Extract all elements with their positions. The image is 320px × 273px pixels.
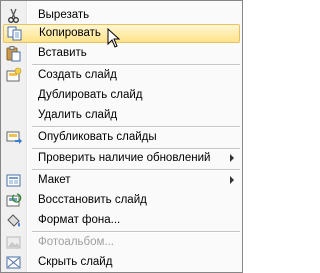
menu-item-photo-album: Фотоальбом... bbox=[1, 233, 242, 252]
format-background-icon bbox=[7, 214, 20, 227]
publish-slides-icon bbox=[6, 131, 22, 144]
copy-icon bbox=[7, 26, 22, 41]
menu-item-cut[interactable]: Вырезать bbox=[1, 6, 242, 25]
menu-item-label: Вставить bbox=[38, 47, 87, 59]
menu-separator bbox=[32, 169, 240, 171]
menu-item-duplicate-slide[interactable]: Дублировать слайд bbox=[1, 86, 242, 105]
menu-item-label: Скрыть слайд bbox=[38, 256, 113, 268]
submenu-arrow-icon bbox=[230, 176, 234, 184]
menu-item-label: Удалить слайд bbox=[38, 109, 118, 121]
menu-item-label: Копировать bbox=[39, 27, 101, 39]
submenu-arrow-icon bbox=[230, 154, 234, 162]
menu-separator bbox=[32, 126, 240, 128]
menu-item-layout[interactable]: Макет bbox=[1, 171, 242, 190]
new-slide-icon bbox=[6, 67, 22, 82]
menu-item-paste[interactable]: Вставить bbox=[1, 44, 242, 63]
hide-slide-icon bbox=[6, 256, 21, 269]
scissors-icon bbox=[8, 8, 19, 23]
menu-item-label: Вырезать bbox=[38, 9, 90, 21]
menu-item-label: Фотоальбом... bbox=[38, 236, 114, 248]
menu-item-label: Создать слайд bbox=[38, 69, 117, 81]
menu-item-label: Дублировать слайд bbox=[38, 89, 143, 101]
layout-icon bbox=[6, 174, 21, 187]
mouse-cursor-icon bbox=[107, 28, 121, 48]
menu-item-publish-slides[interactable]: Опубликовать слайды bbox=[1, 128, 242, 147]
photo-album-icon bbox=[6, 236, 21, 249]
menu-item-label: Проверить наличие обновлений bbox=[38, 152, 211, 164]
context-menu: Вырезать Копировать Вставить Создать сла… bbox=[0, 0, 243, 273]
paste-icon bbox=[6, 46, 21, 62]
menu-item-hide-slide[interactable]: Скрыть слайд bbox=[1, 253, 242, 272]
menu-item-label: Формат фона... bbox=[38, 214, 121, 226]
menu-item-check-updates[interactable]: Проверить наличие обновлений bbox=[1, 149, 242, 168]
menu-item-delete-slide[interactable]: Удалить слайд bbox=[1, 106, 242, 125]
menu-item-label: Восстановить слайд bbox=[38, 194, 147, 206]
menu-item-new-slide[interactable]: Создать слайд bbox=[1, 66, 242, 85]
reset-slide-icon bbox=[6, 193, 22, 207]
menu-item-label: Опубликовать слайды bbox=[38, 131, 157, 143]
menu-separator bbox=[32, 231, 240, 233]
menu-item-format-background[interactable]: Формат фона... bbox=[1, 211, 242, 230]
menu-item-label: Макет bbox=[38, 174, 71, 186]
menu-item-copy[interactable]: Копировать bbox=[3, 24, 240, 43]
menu-separator bbox=[32, 64, 240, 66]
menu-item-reset-slide[interactable]: Восстановить слайд bbox=[1, 191, 242, 210]
